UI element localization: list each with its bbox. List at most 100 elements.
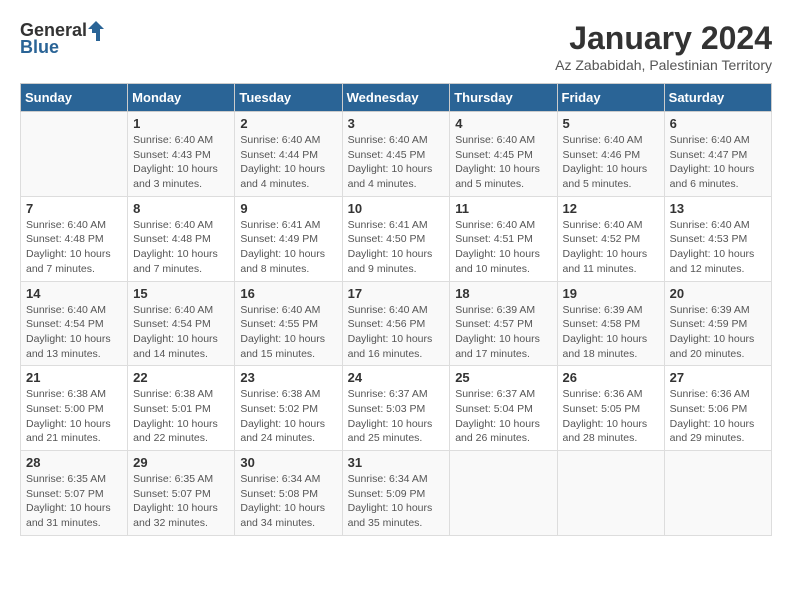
day-info: Sunrise: 6:40 AMSunset: 4:45 PMDaylight:… (348, 133, 445, 192)
day-number: 31 (348, 455, 445, 470)
title-area: January 2024 Az Zababidah, Palestinian T… (555, 20, 772, 73)
day-number: 26 (563, 370, 659, 385)
column-header-sunday: Sunday (21, 84, 128, 112)
column-header-tuesday: Tuesday (235, 84, 342, 112)
day-info: Sunrise: 6:40 AMSunset: 4:48 PMDaylight:… (26, 218, 122, 277)
calendar-cell (664, 451, 771, 536)
calendar-cell: 29Sunrise: 6:35 AMSunset: 5:07 PMDayligh… (128, 451, 235, 536)
day-info: Sunrise: 6:34 AMSunset: 5:09 PMDaylight:… (348, 472, 445, 531)
day-number: 9 (240, 201, 336, 216)
day-info: Sunrise: 6:38 AMSunset: 5:01 PMDaylight:… (133, 387, 229, 446)
calendar-cell: 7Sunrise: 6:40 AMSunset: 4:48 PMDaylight… (21, 196, 128, 281)
day-info: Sunrise: 6:38 AMSunset: 5:00 PMDaylight:… (26, 387, 122, 446)
column-header-saturday: Saturday (664, 84, 771, 112)
calendar-cell: 18 Sunrise: 6:39 AMSunset: 4:57 PMDayligh… (450, 281, 557, 366)
calendar-week-row: 28 Sunrise: 6:35 AMSunset: 5:07 PMDayligh… (21, 451, 772, 536)
day-number: 18 (455, 286, 551, 301)
calendar-cell: 11 Sunrise: 6:40 AMSunset: 4:51 PMDayligh… (450, 196, 557, 281)
day-info: Sunrise: 6:40 AMSunset: 4:53 PMDaylight:… (670, 218, 766, 277)
column-header-monday: Monday (128, 84, 235, 112)
day-number: 25 (455, 370, 551, 385)
month-title: January 2024 (555, 20, 772, 57)
location: Az Zababidah, Palestinian Territory (555, 57, 772, 73)
day-number: 10 (348, 201, 445, 216)
day-number: 29 (133, 455, 229, 470)
day-number: 27 (670, 370, 766, 385)
calendar-cell: 26 Sunrise: 6:36 AMSunset: 5:05 PMDayligh… (557, 366, 664, 451)
day-info: Sunrise: 6:35 AMSunset: 5:07 PMDaylight:… (26, 472, 122, 531)
calendar-cell: 28 Sunrise: 6:35 AMSunset: 5:07 PMDayligh… (21, 451, 128, 536)
logo: General Blue (20, 20, 105, 58)
day-info: Sunrise: 6:39 AMSunset: 4:57 PMDaylight:… (455, 303, 551, 362)
day-info: Sunrise: 6:40 AMSunset: 4:43 PMDaylight:… (133, 133, 229, 192)
day-number: 14 (26, 286, 122, 301)
day-number: 5 (563, 116, 659, 131)
day-number: 24 (348, 370, 445, 385)
day-info: Sunrise: 6:37 AMSunset: 5:03 PMDaylight:… (348, 387, 445, 446)
calendar-cell: 1 Sunrise: 6:40 AMSunset: 4:43 PMDaylight… (128, 112, 235, 197)
day-info: Sunrise: 6:34 AMSunset: 5:08 PMDaylight:… (240, 472, 336, 531)
day-info: Sunrise: 6:40 AMSunset: 4:54 PMDaylight:… (26, 303, 122, 362)
calendar-week-row: 21 Sunrise: 6:38 AMSunset: 5:00 PMDayligh… (21, 366, 772, 451)
day-info: Sunrise: 6:41 AMSunset: 4:50 PMDaylight:… (348, 218, 445, 277)
calendar-week-row: 14 Sunrise: 6:40 AMSunset: 4:54 PMDayligh… (21, 281, 772, 366)
day-info: Sunrise: 6:40 AMSunset: 4:52 PMDaylight:… (563, 218, 659, 277)
calendar-cell: 5 Sunrise: 6:40 AMSunset: 4:46 PMDaylight… (557, 112, 664, 197)
calendar-cell: 10 Sunrise: 6:41 AMSunset: 4:50 PMDayligh… (342, 196, 450, 281)
day-info: Sunrise: 6:39 AMSunset: 4:58 PMDaylight:… (563, 303, 659, 362)
day-number: 22 (133, 370, 229, 385)
calendar-cell: 2Sunrise: 6:40 AMSunset: 4:44 PMDaylight… (235, 112, 342, 197)
day-number: 8 (133, 201, 229, 216)
day-number: 11 (455, 201, 551, 216)
calendar-cell (21, 112, 128, 197)
calendar-cell: 4Sunrise: 6:40 AMSunset: 4:45 PMDaylight… (450, 112, 557, 197)
calendar-cell: 21 Sunrise: 6:38 AMSunset: 5:00 PMDayligh… (21, 366, 128, 451)
day-info: Sunrise: 6:40 AMSunset: 4:48 PMDaylight:… (133, 218, 229, 277)
day-info: Sunrise: 6:40 AMSunset: 4:54 PMDaylight:… (133, 303, 229, 362)
day-info: Sunrise: 6:40 AMSunset: 4:56 PMDaylight:… (348, 303, 445, 362)
day-number: 6 (670, 116, 766, 131)
calendar-cell: 14 Sunrise: 6:40 AMSunset: 4:54 PMDayligh… (21, 281, 128, 366)
calendar-cell: 25 Sunrise: 6:37 AMSunset: 5:04 PMDayligh… (450, 366, 557, 451)
day-number: 1 (133, 116, 229, 131)
day-number: 28 (26, 455, 122, 470)
day-info: Sunrise: 6:38 AMSunset: 5:02 PMDaylight:… (240, 387, 336, 446)
day-number: 19 (563, 286, 659, 301)
calendar-cell: 13 Sunrise: 6:40 AMSunset: 4:53 PMDayligh… (664, 196, 771, 281)
calendar-cell: 23 Sunrise: 6:38 AMSunset: 5:02 PMDayligh… (235, 366, 342, 451)
day-info: Sunrise: 6:40 AMSunset: 4:51 PMDaylight:… (455, 218, 551, 277)
calendar-cell: 27Sunrise: 6:36 AMSunset: 5:06 PMDayligh… (664, 366, 771, 451)
calendar-cell: 15Sunrise: 6:40 AMSunset: 4:54 PMDayligh… (128, 281, 235, 366)
day-number: 17 (348, 286, 445, 301)
column-header-thursday: Thursday (450, 84, 557, 112)
calendar-cell: 31 Sunrise: 6:34 AMSunset: 5:09 PMDayligh… (342, 451, 450, 536)
day-info: Sunrise: 6:36 AMSunset: 5:05 PMDaylight:… (563, 387, 659, 446)
logo-blue: Blue (20, 37, 59, 58)
day-number: 16 (240, 286, 336, 301)
day-number: 13 (670, 201, 766, 216)
calendar-cell: 19 Sunrise: 6:39 AMSunset: 4:58 PMDayligh… (557, 281, 664, 366)
day-number: 23 (240, 370, 336, 385)
calendar-cell: 12 Sunrise: 6:40 AMSunset: 4:52 PMDayligh… (557, 196, 664, 281)
day-number: 30 (240, 455, 336, 470)
day-info: Sunrise: 6:40 AMSunset: 4:47 PMDaylight:… (670, 133, 766, 192)
day-info: Sunrise: 6:37 AMSunset: 5:04 PMDaylight:… (455, 387, 551, 446)
column-header-wednesday: Wednesday (342, 84, 450, 112)
day-info: Sunrise: 6:40 AMSunset: 4:44 PMDaylight:… (240, 133, 336, 192)
calendar-cell: 8 Sunrise: 6:40 AMSunset: 4:48 PMDaylight… (128, 196, 235, 281)
day-number: 3 (348, 116, 445, 131)
day-info: Sunrise: 6:40 AMSunset: 4:46 PMDaylight:… (563, 133, 659, 192)
calendar-cell: 16Sunrise: 6:40 AMSunset: 4:55 PMDayligh… (235, 281, 342, 366)
calendar-cell: 3 Sunrise: 6:40 AMSunset: 4:45 PMDaylight… (342, 112, 450, 197)
calendar-week-row: 7Sunrise: 6:40 AMSunset: 4:48 PMDaylight… (21, 196, 772, 281)
calendar-cell (557, 451, 664, 536)
calendar-cell: 22 Sunrise: 6:38 AMSunset: 5:01 PMDayligh… (128, 366, 235, 451)
calendar-cell: 6 Sunrise: 6:40 AMSunset: 4:47 PMDaylight… (664, 112, 771, 197)
calendar-week-row: 1 Sunrise: 6:40 AMSunset: 4:43 PMDaylight… (21, 112, 772, 197)
day-number: 21 (26, 370, 122, 385)
day-number: 12 (563, 201, 659, 216)
day-number: 20 (670, 286, 766, 301)
day-info: Sunrise: 6:41 AMSunset: 4:49 PMDaylight:… (240, 218, 336, 277)
calendar-cell: 24 Sunrise: 6:37 AMSunset: 5:03 PMDayligh… (342, 366, 450, 451)
calendar-cell: 20Sunrise: 6:39 AMSunset: 4:59 PMDayligh… (664, 281, 771, 366)
